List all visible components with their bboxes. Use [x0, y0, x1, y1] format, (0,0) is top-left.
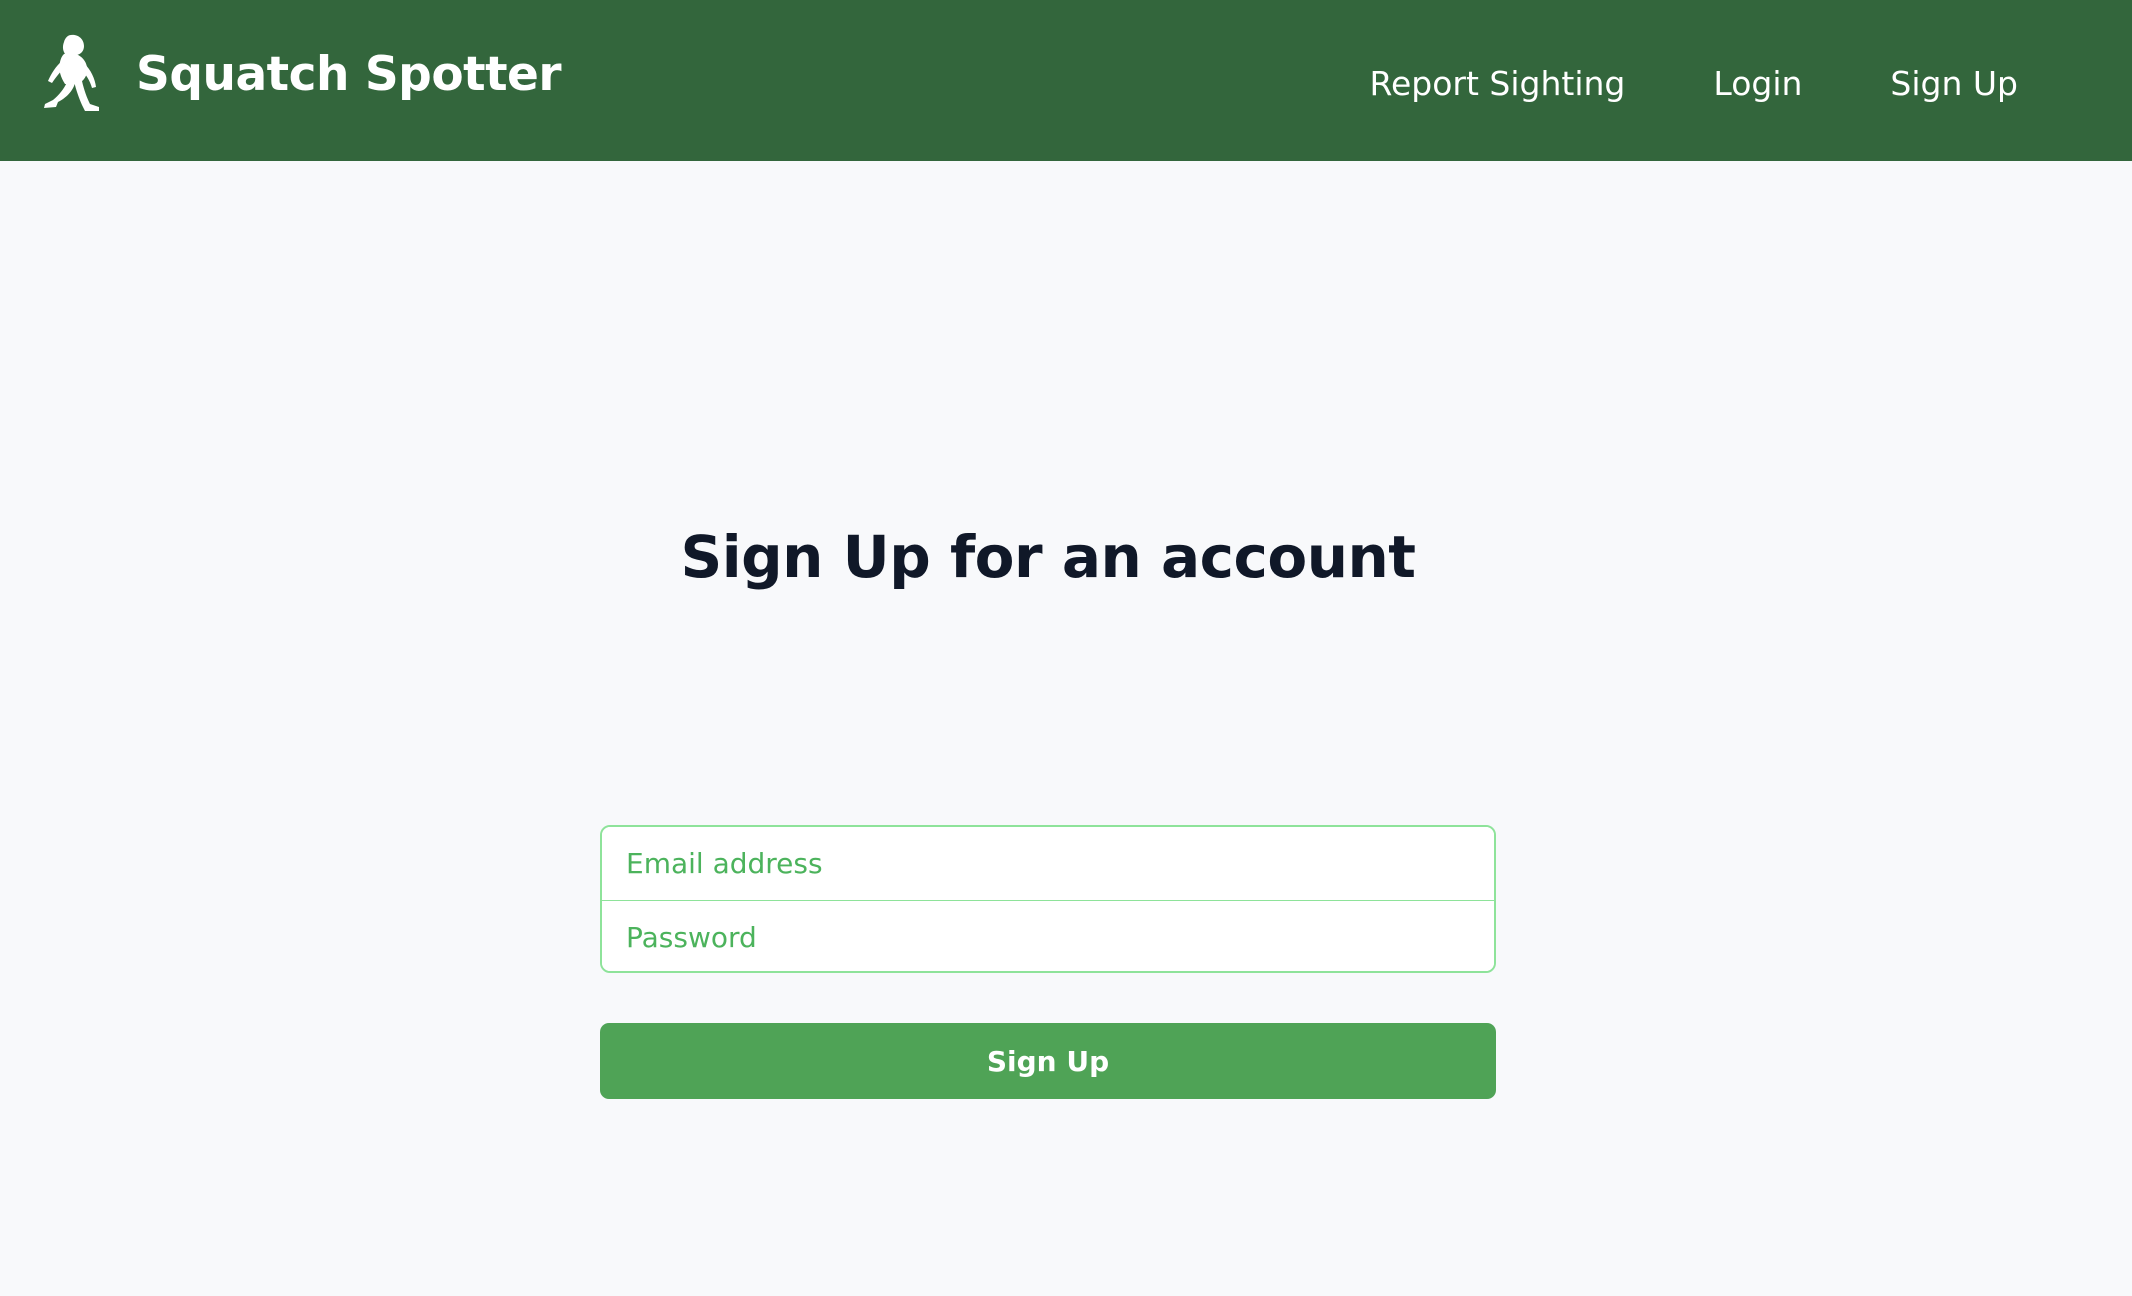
main-nav: Report Sighting Login Sign Up — [1370, 58, 2018, 108]
email-field[interactable] — [602, 827, 1494, 900]
nav-report-sighting[interactable]: Report Sighting — [1370, 64, 1626, 103]
bigfoot-icon — [42, 34, 102, 114]
nav-sign-up[interactable]: Sign Up — [1890, 64, 2018, 103]
nav-login[interactable]: Login — [1713, 64, 1802, 103]
page-title: Sign Up for an account — [680, 523, 1416, 591]
brand-name: Squatch Spotter — [136, 46, 562, 102]
brand-home-link[interactable]: Squatch Spotter — [42, 34, 562, 114]
credentials-group — [600, 825, 1496, 973]
password-field[interactable] — [602, 901, 1494, 971]
signup-page: Sign Up for an account Sign Up — [0, 161, 2132, 1296]
top-navbar: Squatch Spotter Report Sighting Login Si… — [0, 0, 2132, 161]
sign-up-button[interactable]: Sign Up — [600, 1023, 1496, 1099]
